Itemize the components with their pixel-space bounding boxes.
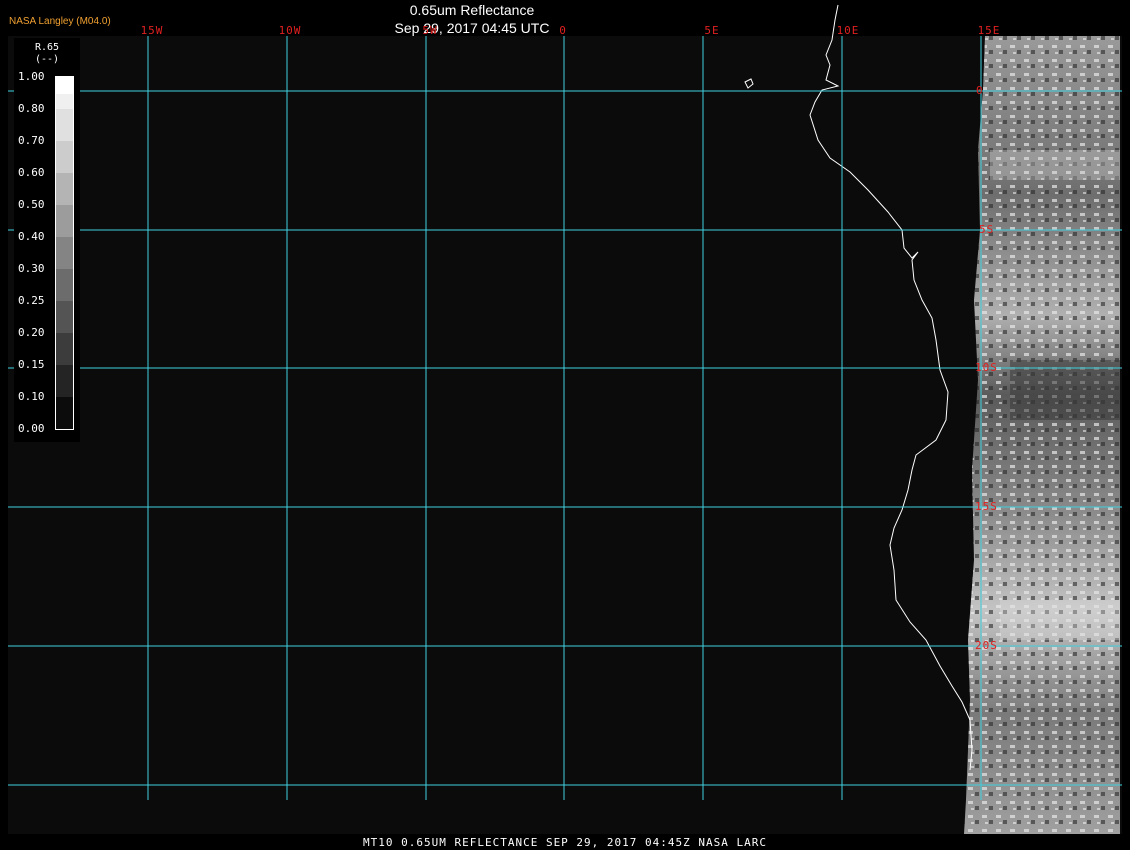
- colorbar-tick: 0.10: [18, 390, 45, 403]
- lon-label-15w: 15W: [140, 24, 164, 37]
- lat-label-15s: 15S: [975, 500, 998, 513]
- lon-label-15e: 15E: [977, 24, 1001, 37]
- colorbar-units: (--): [34, 54, 60, 65]
- map-overlay: [8, 4, 1122, 834]
- lon-label-5w: 5W: [422, 24, 438, 37]
- satellite-image-frame: NASA Langley (M04.0) 0.65um Reflectance …: [0, 0, 1130, 850]
- product-title: 0.65um Reflectance: [409, 2, 535, 18]
- colorbar: R.65 (--) 1.00 0.80 0.70 0.60 0.50 0.40 …: [14, 38, 80, 442]
- colorbar-tick: 0.20: [18, 326, 45, 339]
- colorbar-border: [55, 76, 74, 430]
- lat-label-5s: 5S: [979, 223, 995, 236]
- lon-label-10e: 10E: [836, 24, 860, 37]
- lat-label-20s: 20S: [975, 639, 998, 652]
- colorbar-tick: 0.40: [18, 230, 45, 243]
- colorbar-tick: 1.00: [18, 70, 45, 83]
- lat-label-0: 0: [976, 84, 984, 97]
- lon-label-0: 0: [559, 24, 567, 37]
- colorbar-tick: 0.80: [18, 102, 45, 115]
- island: [744, 78, 754, 89]
- lon-label-10w: 10W: [278, 24, 302, 37]
- graticule: [8, 36, 1122, 800]
- imagery-strip: [964, 36, 1120, 834]
- coastline: [809, 4, 973, 771]
- colorbar-tick: 0.30: [18, 262, 45, 275]
- lat-label-10s: 10S: [975, 361, 998, 374]
- lon-label-5e: 5E: [704, 24, 720, 37]
- colorbar-tick: 0.25: [18, 294, 45, 307]
- colorbar-tick: 0.50: [18, 198, 45, 211]
- colorbar-tick: 0.60: [18, 166, 45, 179]
- colorbar-tick: 0.15: [18, 358, 45, 371]
- colorbar-tick: 0.70: [18, 134, 45, 147]
- footer-caption: MT10 0.65UM REFLECTANCE SEP 29, 2017 04:…: [363, 836, 767, 849]
- colorbar-tick: 0.00: [18, 422, 45, 435]
- colorbar-name: R.65: [34, 42, 60, 53]
